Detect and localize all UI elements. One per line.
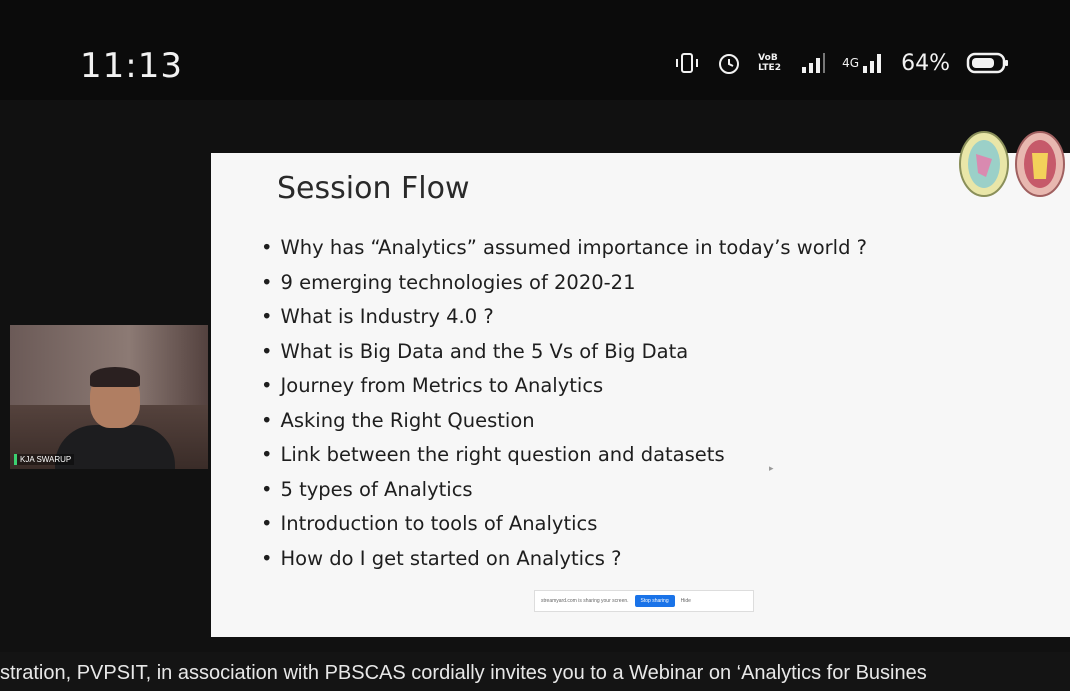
slide-bullet: How do I get started on Analytics ? bbox=[261, 542, 867, 577]
stop-sharing-button[interactable]: Stop sharing bbox=[634, 595, 675, 607]
college-logo-icon bbox=[959, 131, 1009, 197]
slide-title: Session Flow bbox=[277, 171, 470, 206]
network-type: 4G bbox=[842, 56, 860, 70]
speaker-video-tile[interactable]: KJA SWARUP bbox=[10, 325, 208, 469]
volte-icon: VoB LTE2 bbox=[758, 53, 781, 73]
slide-bullet: What is Industry 4.0 ? bbox=[261, 300, 867, 335]
slide-bullet: Journey from Metrics to Analytics bbox=[261, 369, 867, 404]
slide-bullet-list: Why has “Analytics” assumed importance i… bbox=[261, 231, 868, 577]
slide-bullet: Why has “Analytics” assumed importance i… bbox=[261, 231, 868, 266]
4g-signal-icon: 4G bbox=[842, 52, 885, 74]
vibrate-icon bbox=[674, 51, 700, 75]
slide-bullet: Link between the right question and data… bbox=[261, 438, 867, 473]
slide-bullet: Introduction to tools of Analytics bbox=[261, 507, 867, 542]
hide-button[interactable]: Hide bbox=[681, 598, 691, 604]
mouse-cursor-icon: ▸ bbox=[769, 463, 774, 473]
battery-percent: 64% bbox=[901, 50, 950, 76]
slide-bullet: What is Big Data and the 5 Vs of Big Dat… bbox=[261, 335, 867, 370]
status-icons: VoB LTE2 4G 64% bbox=[674, 50, 1010, 76]
signal-icon bbox=[800, 52, 826, 74]
clock: 11:13 bbox=[80, 46, 183, 86]
slide-bullet: 5 types of Analytics bbox=[261, 473, 867, 508]
speaker-hair bbox=[90, 367, 140, 387]
slide-bullet: Asking the Right Question bbox=[261, 404, 867, 439]
screen-share-bar: streamyard.com is sharing your screen. S… bbox=[534, 590, 754, 612]
alarm-icon bbox=[716, 50, 742, 76]
ticker-text: stration, PVPSIT, in association with PB… bbox=[0, 662, 927, 684]
status-bar: 11:13 VoB LTE2 4G 64% bbox=[0, 0, 1070, 100]
institute-logo-icon bbox=[1015, 131, 1065, 197]
ticker-banner: stration, PVPSIT, in association with PB… bbox=[0, 652, 1070, 691]
slide-logos bbox=[958, 129, 1066, 199]
speaker-name-tag: KJA SWARUP bbox=[14, 454, 75, 465]
presentation-slide: Session Flow Why has “Analytics” assumed… bbox=[211, 131, 1070, 637]
share-message: streamyard.com is sharing your screen. bbox=[541, 598, 629, 604]
battery-icon bbox=[966, 51, 1010, 75]
slide-bullet: 9 emerging technologies of 2020-21 bbox=[261, 266, 867, 301]
